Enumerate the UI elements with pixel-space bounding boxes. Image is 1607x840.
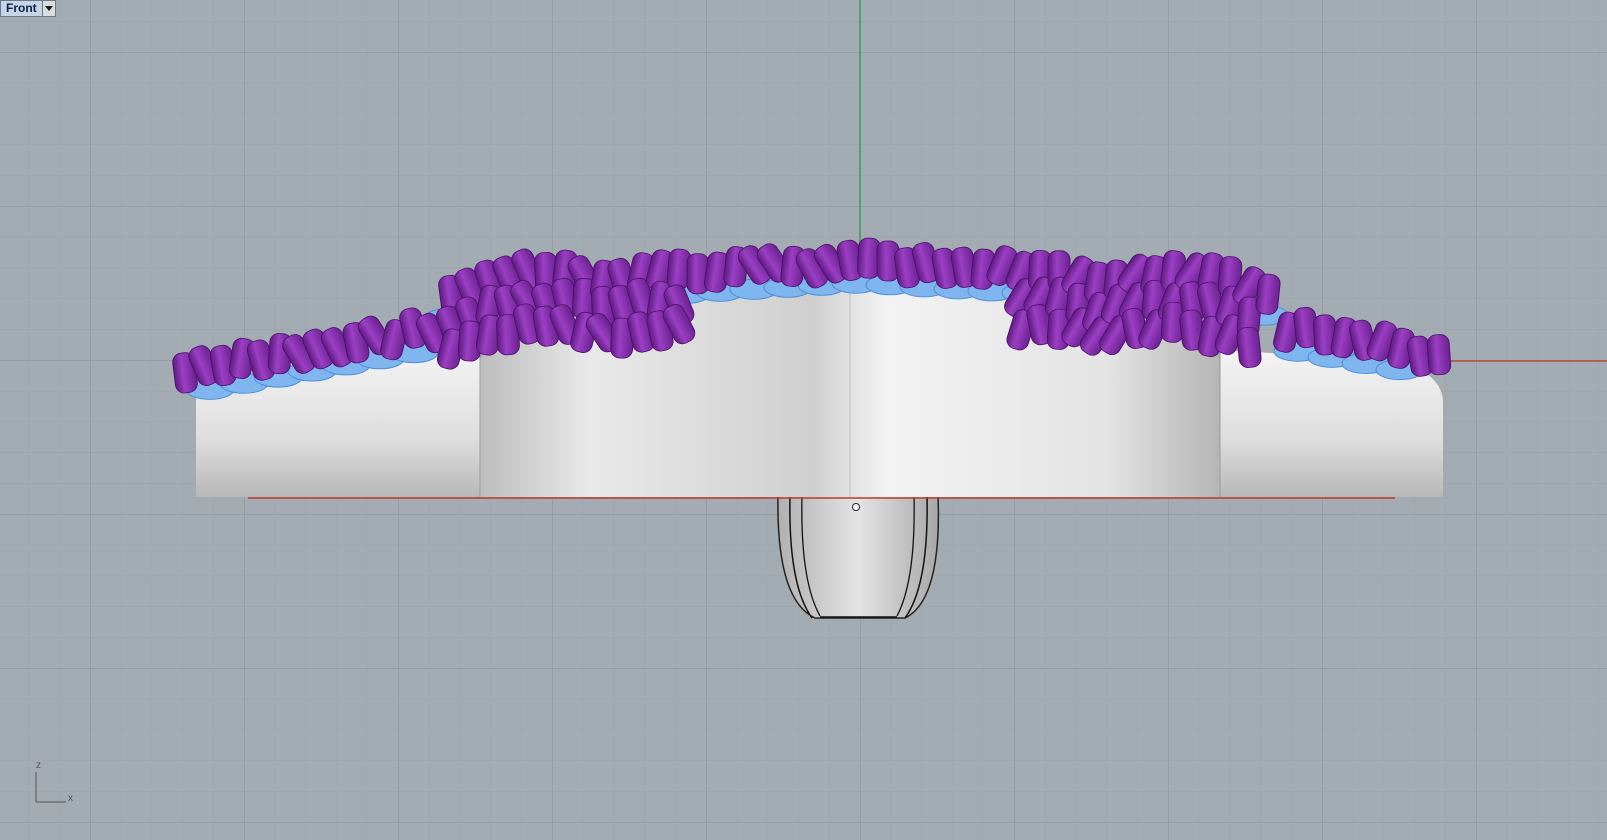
ring-shank	[777, 494, 940, 619]
chevron-down-icon[interactable]	[41, 1, 55, 16]
viewport-front[interactable]: Front z x	[0, 0, 1607, 840]
prong	[1236, 326, 1262, 368]
3d-scene[interactable]	[0, 0, 1607, 840]
axis-label-x: x	[68, 793, 73, 804]
axis-label-z: z	[36, 760, 41, 771]
viewport-title[interactable]: Front	[1, 1, 42, 16]
gumball-point	[852, 503, 860, 511]
prong	[1255, 273, 1281, 315]
prong	[1426, 334, 1452, 376]
viewport-tab[interactable]: Front	[0, 0, 56, 17]
